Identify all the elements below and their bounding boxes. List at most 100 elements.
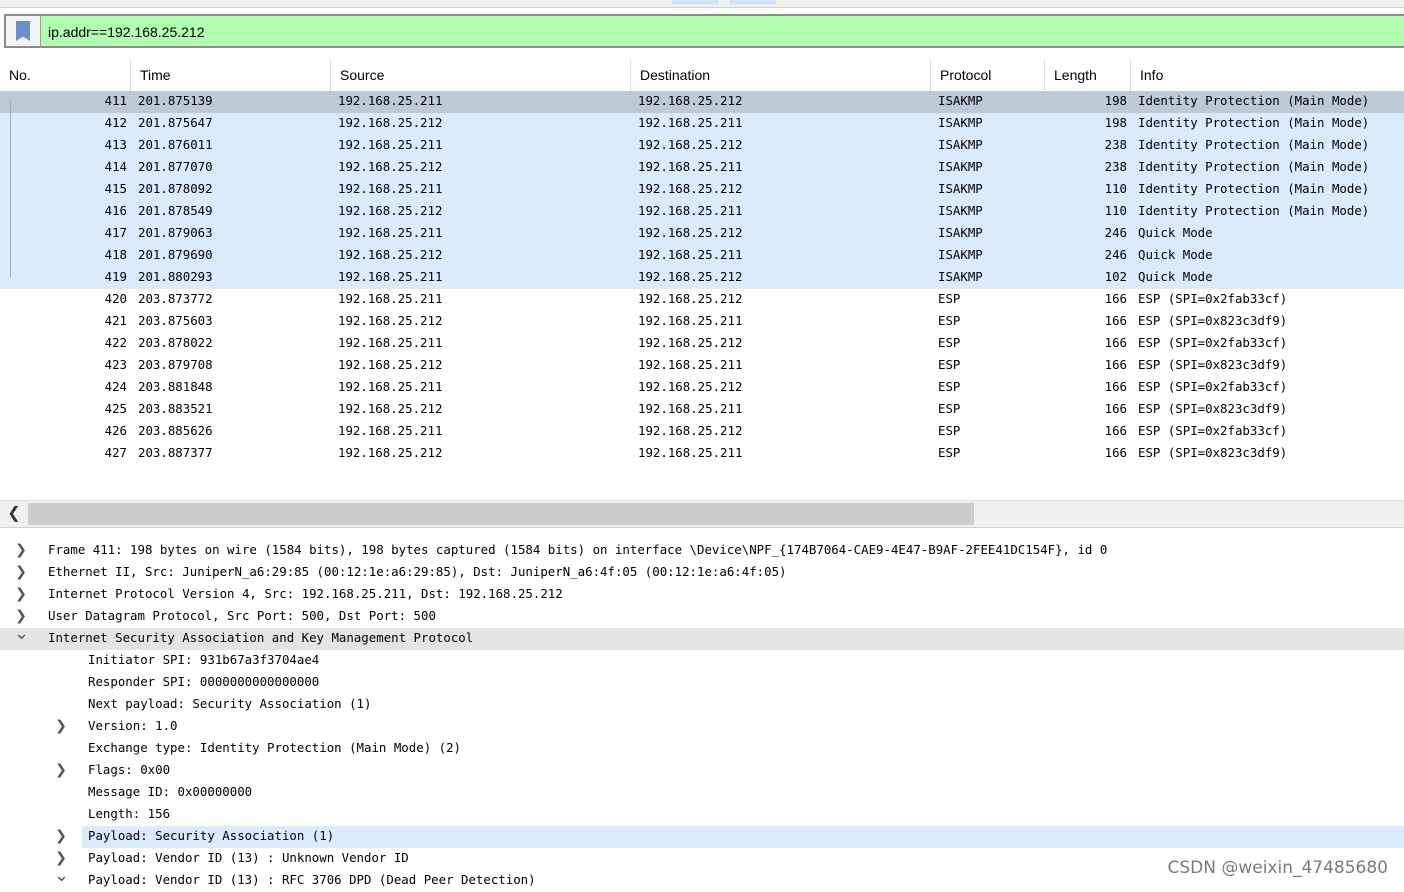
detail-field-text: User Datagram Protocol, Src Port: 500, D… xyxy=(48,608,436,623)
detail-tree-item[interactable]: ❯ User Datagram Protocol, Src Port: 500, … xyxy=(0,606,1404,628)
packet-protocol: ESP xyxy=(938,313,961,328)
packet-row[interactable]: 420 203.873772 192.168.25.211 192.168.25.21… xyxy=(0,289,1404,311)
packet-protocol: ISAKMP xyxy=(938,181,983,196)
detail-tree-item[interactable]: ❯ Flags: 0x00 xyxy=(0,760,1404,782)
scroll-left-icon[interactable]: ❮ xyxy=(0,501,28,527)
packet-row[interactable]: 417 201.879063 192.168.25.211 192.168.25.21… xyxy=(0,223,1404,245)
packet-row[interactable]: 415 201.878092 192.168.25.211 192.168.25.21… xyxy=(0,179,1404,201)
packet-no: 414 xyxy=(104,159,127,174)
packet-row[interactable]: 427 203.887377 192.168.25.212 192.168.25.21… xyxy=(0,443,1404,465)
filter-bookmark-button[interactable] xyxy=(6,16,41,46)
chevron-down-icon[interactable]: ⌄ xyxy=(54,867,69,890)
packet-row[interactable]: 416 201.878549 192.168.25.212 192.168.25.21… xyxy=(0,201,1404,223)
chevron-right-icon[interactable]: ❯ xyxy=(14,584,28,604)
packet-time: 203.881848 xyxy=(138,379,213,394)
packet-no: 424 xyxy=(104,379,127,394)
packet-row[interactable]: 411 201.875139 192.168.25.211 192.168.25.21… xyxy=(0,91,1404,113)
chevron-right-icon[interactable]: ❯ xyxy=(14,562,28,582)
detail-tree-item[interactable]: ⌄ Internet Security Association and Key M… xyxy=(0,625,1404,650)
chevron-right-icon[interactable]: ❯ xyxy=(54,760,68,780)
chevron-right-icon[interactable]: ❯ xyxy=(54,826,68,846)
packet-time: 203.883521 xyxy=(138,401,213,416)
packet-length: 166 xyxy=(1104,313,1127,328)
column-header-destination[interactable]: Destination xyxy=(631,60,931,91)
detail-tree-item[interactable]: Message ID: 0x00000000 xyxy=(0,782,1404,804)
packet-time: 203.879708 xyxy=(138,357,213,372)
packet-row[interactable]: 412 201.875647 192.168.25.212 192.168.25.21… xyxy=(0,113,1404,135)
packet-row[interactable]: 426 203.885626 192.168.25.211 192.168.25.21… xyxy=(0,421,1404,443)
packet-row[interactable]: 421 203.875603 192.168.25.212 192.168.25.21… xyxy=(0,311,1404,333)
detail-tree-item[interactable]: Length: 156 xyxy=(0,804,1404,826)
packet-destination: 192.168.25.211 xyxy=(638,247,743,262)
packet-time: 203.887377 xyxy=(138,445,213,460)
toolbar-tab[interactable] xyxy=(730,0,776,4)
packet-length: 166 xyxy=(1104,335,1127,350)
packet-protocol: ISAKMP xyxy=(938,225,983,240)
display-filter-input[interactable]: ip.addr==192.168.25.212 xyxy=(48,24,204,40)
detail-tree-item[interactable]: ❯ Frame 411: 198 bytes on wire (1584 bits… xyxy=(0,540,1404,562)
packet-destination: 192.168.25.212 xyxy=(638,291,743,306)
detail-tree-item[interactable]: ❯ Ethernet II, Src: JuniperN_a6:29:85 (00… xyxy=(0,562,1404,584)
detail-tree-item[interactable]: ❯ Version: 1.0 xyxy=(0,716,1404,738)
packet-no: 411 xyxy=(104,93,127,108)
detail-tree-item[interactable]: Next payload: Security Association (1) xyxy=(0,694,1404,716)
chevron-right-icon[interactable]: ❯ xyxy=(14,540,28,560)
packet-info: ESP (SPI=0x823c3df9) xyxy=(1138,401,1288,416)
column-header-info[interactable]: Info xyxy=(1131,60,1404,91)
packet-source: 192.168.25.211 xyxy=(338,379,443,394)
packet-destination: 192.168.25.211 xyxy=(638,159,743,174)
column-header-source[interactable]: Source xyxy=(331,60,631,91)
packet-destination: 192.168.25.212 xyxy=(638,423,743,438)
window-top-strip xyxy=(0,0,1404,8)
column-header-length[interactable]: Length xyxy=(1045,60,1131,91)
packet-destination: 192.168.25.211 xyxy=(638,203,743,218)
packet-info: Quick Mode xyxy=(1138,247,1213,262)
packet-destination: 192.168.25.212 xyxy=(638,269,743,284)
packet-length: 198 xyxy=(1104,93,1127,108)
packet-info: Identity Protection (Main Mode) xyxy=(1138,93,1370,108)
display-filter-bar[interactable]: ip.addr==192.168.25.212 xyxy=(4,14,1404,48)
scrollbar-thumb[interactable] xyxy=(28,503,974,525)
packet-protocol: ISAKMP xyxy=(938,269,983,284)
packet-row[interactable]: 418 201.879690 192.168.25.212 192.168.25.21… xyxy=(0,245,1404,267)
detail-tree-item[interactable]: Responder SPI: 0000000000000000 xyxy=(0,672,1404,694)
detail-tree-item[interactable]: ❯ Internet Protocol Version 4, Src: 192.1… xyxy=(0,584,1404,606)
packet-source: 192.168.25.211 xyxy=(338,137,443,152)
packet-info: Identity Protection (Main Mode) xyxy=(1138,137,1370,152)
packet-destination: 192.168.25.211 xyxy=(638,401,743,416)
packet-no: 417 xyxy=(104,225,127,240)
packet-source: 192.168.25.211 xyxy=(338,93,443,108)
packet-row[interactable]: 424 203.881848 192.168.25.211 192.168.25.21… xyxy=(0,377,1404,399)
packet-info: ESP (SPI=0x823c3df9) xyxy=(1138,445,1288,460)
packet-no: 426 xyxy=(104,423,127,438)
detail-field-text: Payload: Vendor ID (13) : Unknown Vendor… xyxy=(88,850,409,865)
packet-row[interactable]: 425 203.883521 192.168.25.212 192.168.25.21… xyxy=(0,399,1404,421)
chevron-right-icon[interactable]: ❯ xyxy=(54,716,68,736)
column-header-protocol[interactable]: Protocol xyxy=(931,60,1045,91)
packet-protocol: ISAKMP xyxy=(938,159,983,174)
packet-source: 192.168.25.211 xyxy=(338,335,443,350)
packet-row[interactable]: 413 201.876011 192.168.25.211 192.168.25.21… xyxy=(0,135,1404,157)
packet-row[interactable]: 414 201.877070 192.168.25.212 192.168.25.21… xyxy=(0,157,1404,179)
packet-info: ESP (SPI=0x823c3df9) xyxy=(1138,357,1288,372)
detail-tree-item[interactable]: Initiator SPI: 931b67a3f3704ae4 xyxy=(0,650,1404,672)
packet-protocol: ISAKMP xyxy=(938,137,983,152)
detail-tree-item[interactable]: Exchange type: Identity Protection (Main… xyxy=(0,738,1404,760)
packet-protocol: ESP xyxy=(938,401,961,416)
packet-destination: 192.168.25.212 xyxy=(638,379,743,394)
packet-no: 427 xyxy=(104,445,127,460)
packet-length: 246 xyxy=(1104,247,1127,262)
detail-tree-item[interactable]: ❯ Payload: Security Association (1) xyxy=(0,826,1404,848)
packet-row[interactable]: 422 203.878022 192.168.25.211 192.168.25.21… xyxy=(0,333,1404,355)
packet-row[interactable]: 423 203.879708 192.168.25.212 192.168.25.21… xyxy=(0,355,1404,377)
chevron-down-icon[interactable]: ⌄ xyxy=(14,625,29,648)
packet-no: 422 xyxy=(104,335,127,350)
column-header-time[interactable]: Time xyxy=(131,60,331,91)
packet-row[interactable]: 419 201.880293 192.168.25.211 192.168.25.21… xyxy=(0,267,1404,289)
column-header-no[interactable]: No. xyxy=(0,60,131,91)
packet-no: 423 xyxy=(104,357,127,372)
packet-list-horizontal-scrollbar[interactable]: ❮ xyxy=(0,500,1404,528)
packet-source: 192.168.25.212 xyxy=(338,401,443,416)
toolbar-tab[interactable] xyxy=(672,0,718,4)
detail-field-text: Next payload: Security Association (1) xyxy=(88,696,372,711)
